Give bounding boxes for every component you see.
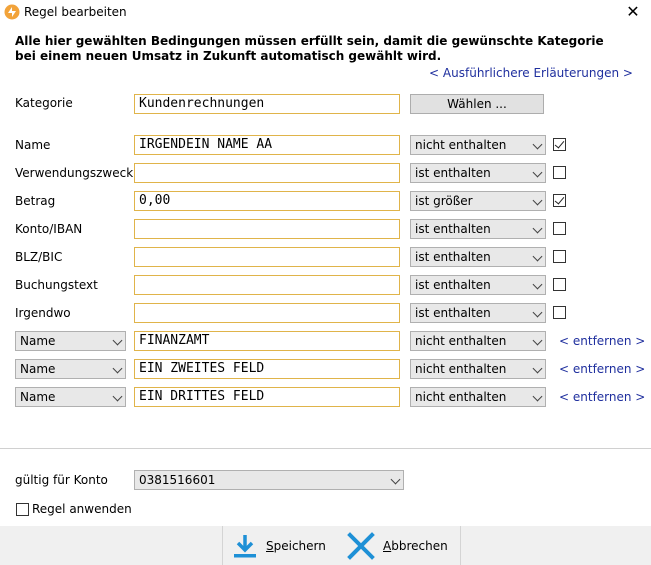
save-button[interactable]: Speichern bbox=[232, 526, 326, 565]
window-title: Regel bearbeiten bbox=[24, 5, 127, 19]
title-bar: Regel bearbeiten ✕ bbox=[0, 0, 651, 24]
operator-value: ist enthalten bbox=[415, 250, 491, 264]
chevron-down-icon bbox=[532, 223, 543, 234]
field-label: Buchungstext bbox=[15, 278, 98, 292]
download-save-icon bbox=[234, 534, 256, 557]
cancel-label: Abbrechen bbox=[383, 538, 448, 553]
operator-value: ist enthalten bbox=[415, 306, 491, 320]
chevron-down-icon bbox=[532, 335, 543, 346]
kategorie-label: Kategorie bbox=[15, 96, 73, 110]
app-logo-icon bbox=[4, 4, 20, 20]
chevron-down-icon bbox=[532, 167, 543, 178]
footer-divider-right bbox=[460, 526, 461, 565]
close-button[interactable]: ✕ bbox=[622, 2, 644, 22]
field-enabled-checkbox[interactable] bbox=[553, 194, 566, 207]
konto-select[interactable]: 0381516601 bbox=[134, 470, 404, 490]
field-enabled-checkbox[interactable] bbox=[553, 222, 566, 235]
check-icon bbox=[554, 194, 565, 205]
field-value-input[interactable] bbox=[134, 303, 400, 323]
close-x-icon bbox=[347, 531, 375, 560]
operator-select[interactable]: nicht enthalten bbox=[410, 135, 546, 155]
remove-row-link[interactable]: < entfernen > bbox=[559, 362, 645, 376]
operator-value: nicht enthalten bbox=[415, 138, 507, 152]
field-value-input[interactable] bbox=[134, 163, 400, 183]
field-label: Name bbox=[15, 138, 51, 152]
remove-row-link[interactable]: < entfernen > bbox=[559, 390, 645, 404]
chevron-down-icon bbox=[112, 363, 123, 374]
field-value-input[interactable]: IRGENDEIN NAME AA bbox=[134, 135, 400, 155]
field-label: Verwendungszweck bbox=[15, 166, 134, 180]
field-enabled-checkbox[interactable] bbox=[553, 166, 566, 179]
operator-value: nicht enthalten bbox=[415, 362, 507, 376]
extra-value-input[interactable]: EIN DRITTES FELD bbox=[134, 387, 400, 407]
choose-category-button[interactable]: Wählen ... bbox=[410, 94, 544, 114]
cancel-button[interactable]: Abbrechen bbox=[347, 526, 448, 565]
save-label: Speichern bbox=[266, 538, 326, 553]
operator-select[interactable]: ist enthalten bbox=[410, 163, 546, 183]
field-enabled-checkbox[interactable] bbox=[553, 250, 566, 263]
operator-value: nicht enthalten bbox=[415, 334, 507, 348]
operator-value: nicht enthalten bbox=[415, 390, 507, 404]
field-label: Irgendwo bbox=[15, 306, 71, 320]
chevron-down-icon bbox=[532, 363, 543, 374]
field-enabled-checkbox[interactable] bbox=[553, 306, 566, 319]
help-link[interactable]: < Ausführlichere Erläuterungen > bbox=[429, 66, 633, 80]
field-value-input[interactable] bbox=[134, 219, 400, 239]
operator-select[interactable]: ist größer bbox=[410, 191, 546, 211]
extra-value-input[interactable]: FINANZAMT bbox=[134, 331, 400, 351]
operator-select[interactable]: nicht enthalten bbox=[410, 359, 546, 379]
field-value-input[interactable] bbox=[134, 247, 400, 267]
chevron-down-icon bbox=[532, 391, 543, 402]
extra-field-value: Name bbox=[20, 334, 56, 348]
remove-row-link[interactable]: < entfernen > bbox=[559, 334, 645, 348]
extra-field-select[interactable]: Name bbox=[15, 387, 126, 407]
separator bbox=[0, 448, 651, 449]
footer-divider-left bbox=[222, 526, 223, 565]
operator-select[interactable]: nicht enthalten bbox=[410, 387, 546, 407]
close-icon: ✕ bbox=[626, 2, 640, 21]
operator-select[interactable]: ist enthalten bbox=[410, 247, 546, 267]
chevron-down-icon bbox=[390, 474, 401, 485]
konto-label: gültig für Konto bbox=[15, 473, 108, 487]
field-label: Betrag bbox=[15, 194, 56, 208]
extra-field-value: Name bbox=[20, 390, 56, 404]
apply-rule-label: Regel anwenden bbox=[32, 502, 132, 516]
check-icon bbox=[554, 138, 565, 149]
konto-select-value: 0381516601 bbox=[139, 473, 216, 487]
operator-value: ist enthalten bbox=[415, 166, 491, 180]
operator-select[interactable]: nicht enthalten bbox=[410, 331, 546, 351]
operator-select[interactable]: ist enthalten bbox=[410, 219, 546, 239]
field-value-input[interactable] bbox=[134, 275, 400, 295]
field-value-input[interactable]: 0,00 bbox=[134, 191, 400, 211]
operator-select[interactable]: ist enthalten bbox=[410, 275, 546, 295]
apply-rule-checkbox[interactable] bbox=[16, 503, 29, 516]
chevron-down-icon bbox=[112, 335, 123, 346]
operator-value: ist größer bbox=[415, 194, 473, 208]
extra-field-value: Name bbox=[20, 362, 56, 376]
field-label: Konto/IBAN bbox=[15, 222, 83, 236]
field-enabled-checkbox[interactable] bbox=[553, 278, 566, 291]
extra-field-select[interactable]: Name bbox=[15, 359, 126, 379]
operator-select[interactable]: ist enthalten bbox=[410, 303, 546, 323]
chevron-down-icon bbox=[112, 391, 123, 402]
chevron-down-icon bbox=[532, 139, 543, 150]
extra-value-input[interactable]: EIN ZWEITES FELD bbox=[134, 359, 400, 379]
extra-field-select[interactable]: Name bbox=[15, 331, 126, 351]
chevron-down-icon bbox=[532, 279, 543, 290]
chevron-down-icon bbox=[532, 195, 543, 206]
chevron-down-icon bbox=[532, 307, 543, 318]
chevron-down-icon bbox=[532, 251, 543, 262]
operator-value: ist enthalten bbox=[415, 278, 491, 292]
field-enabled-checkbox[interactable] bbox=[553, 138, 566, 151]
field-label: BLZ/BIC bbox=[15, 250, 63, 264]
kategorie-field[interactable]: Kundenrechnungen bbox=[134, 94, 400, 114]
rule-description: Alle hier gewählten Bedingungen müssen e… bbox=[15, 34, 604, 63]
operator-value: ist enthalten bbox=[415, 222, 491, 236]
